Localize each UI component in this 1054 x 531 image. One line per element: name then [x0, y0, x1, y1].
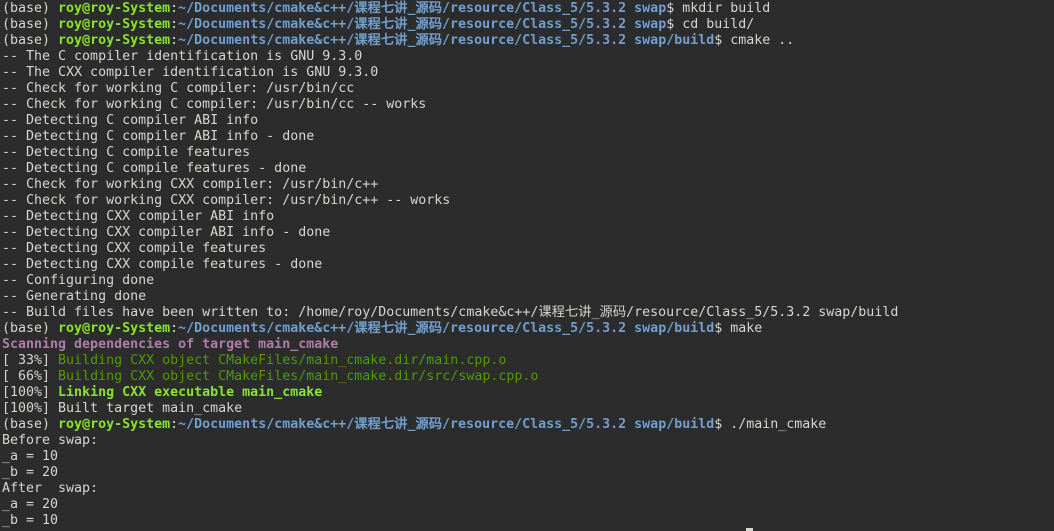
terminal-text-plain: :: [170, 321, 179, 336]
terminal-text-path: ~/Documents/cmake&c++/课程七讲_源码/resource/C…: [178, 33, 715, 48]
terminal-line: Scanning dependencies of target main_cma…: [2, 337, 1054, 353]
terminal-text-plain: (base): [2, 33, 59, 48]
terminal-line: -- Detecting C compile features - done: [2, 161, 1054, 177]
terminal-text-path: ~/Documents/cmake&c++/课程七讲_源码/resource/C…: [178, 321, 715, 336]
terminal-text-plain: _a = 10: [2, 449, 59, 464]
terminal-line: -- Detecting CXX compile features - done: [2, 257, 1054, 273]
terminal-line: _a = 20: [2, 497, 1054, 513]
terminal-line: -- Detecting C compiler ABI info: [2, 113, 1054, 129]
terminal-text-user: roy@roy-System: [58, 33, 171, 48]
terminal-line: (base) roy@roy-System:~/Documents/cmake&…: [2, 17, 1054, 33]
terminal-text-user: roy@roy-System: [58, 417, 171, 432]
terminal-text-plain: -- Build files have been written to: /ho…: [2, 305, 899, 320]
terminal-line: -- Detecting C compiler ABI info - done: [2, 129, 1054, 145]
terminal-line: [100%] Built target main_cmake: [2, 401, 1054, 417]
terminal-text-green: Building CXX object CMakeFiles/main_cmak…: [58, 369, 539, 384]
terminal-text-plain: (base): [2, 321, 59, 336]
terminal-text-plain: -- Detecting C compiler ABI info: [2, 113, 259, 128]
terminal-text-magenta: Scanning dependencies of target main_cma…: [2, 337, 339, 352]
terminal-text-plain: $ make: [714, 321, 763, 336]
terminal-line: (base) roy@roy-System:~/Documents/cmake&…: [2, 1, 1054, 17]
terminal-line: _a = 10: [2, 449, 1054, 465]
terminal-text-plain: $ cmake ..: [714, 33, 795, 48]
terminal-text-plain: -- Check for working C compiler: /usr/bi…: [2, 97, 427, 112]
terminal-text-greenbold: Linking CXX executable main_cmake: [58, 385, 323, 400]
terminal-text-plain: -- Detecting C compile features: [2, 145, 251, 160]
terminal-text-plain: -- Check for working CXX compiler: /usr/…: [2, 177, 379, 192]
terminal-text-plain: -- Detecting CXX compile features: [2, 241, 267, 256]
terminal-text-plain: _b = 20: [2, 465, 59, 480]
terminal-text-plain: (base): [2, 1, 59, 16]
terminal-text-plain: _a = 20: [2, 497, 59, 512]
terminal-text-plain: _b = 10: [2, 513, 59, 528]
terminal-text-plain: -- Detecting C compiler ABI info - done: [2, 129, 315, 144]
terminal-text-plain: -- Detecting CXX compile features - done: [2, 257, 323, 272]
terminal-line: (base) roy@roy-System:~/Documents/cmake&…: [2, 33, 1054, 49]
terminal-text-plain: -- The CXX compiler identification is GN…: [2, 65, 379, 80]
terminal-text-plain: -- Detecting CXX compiler ABI info - don…: [2, 225, 331, 240]
terminal-text-green: Building CXX object CMakeFiles/main_cmak…: [58, 353, 507, 368]
terminal-text-plain: $ ./main_cmake: [714, 417, 827, 432]
terminal-line: -- The CXX compiler identification is GN…: [2, 65, 1054, 81]
terminal-text-user: roy@roy-System: [58, 17, 171, 32]
terminal-text-plain: -- Check for working CXX compiler: /usr/…: [2, 193, 451, 208]
terminal-text-plain: :: [170, 417, 179, 432]
terminal-text-plain: -- The C compiler identification is GNU …: [2, 49, 363, 64]
terminal-line: -- Detecting CXX compiler ABI info - don…: [2, 225, 1054, 241]
terminal-line: -- Detecting CXX compiler ABI info: [2, 209, 1054, 225]
terminal-line: _b = 20: [2, 465, 1054, 481]
terminal-line: [ 33%] Building CXX object CMakeFiles/ma…: [2, 353, 1054, 369]
terminal-text-plain: After swap:: [2, 481, 99, 496]
terminal-window[interactable]: (base) roy@roy-System:~/Documents/cmake&…: [0, 0, 1054, 531]
terminal-text-plain: [100%] Built target main_cmake: [2, 401, 243, 416]
terminal-output: (base) roy@roy-System:~/Documents/cmake&…: [2, 1, 1054, 529]
terminal-line: After swap:: [2, 481, 1054, 497]
terminal-line: (base) roy@roy-System:~/Documents/cmake&…: [2, 321, 1054, 337]
terminal-line: -- Build files have been written to: /ho…: [2, 305, 1054, 321]
terminal-text-plain: -- Check for working C compiler: /usr/bi…: [2, 81, 355, 96]
terminal-text-plain: [ 33%]: [2, 353, 59, 368]
terminal-line: [100%] Linking CXX executable main_cmake: [2, 385, 1054, 401]
terminal-line: -- Check for working CXX compiler: /usr/…: [2, 177, 1054, 193]
terminal-line: -- Check for working C compiler: /usr/bi…: [2, 81, 1054, 97]
terminal-line: _b = 10: [2, 513, 1054, 529]
terminal-line: -- Check for working CXX compiler: /usr/…: [2, 193, 1054, 209]
terminal-text-path: ~/Documents/cmake&c++/课程七讲_源码/resource/C…: [178, 17, 667, 32]
terminal-text-plain: $ cd build/: [666, 17, 755, 32]
terminal-text-plain: [100%]: [2, 385, 59, 400]
terminal-text-plain: :: [170, 1, 179, 16]
terminal-text-plain: -- Detecting C compile features - done: [2, 161, 307, 176]
terminal-text-plain: (base): [2, 17, 59, 32]
terminal-line: -- Detecting C compile features: [2, 145, 1054, 161]
terminal-text-plain: $ mkdir build: [666, 1, 771, 16]
terminal-text-path: ~/Documents/cmake&c++/课程七讲_源码/resource/C…: [178, 1, 667, 16]
terminal-text-path: ~/Documents/cmake&c++/课程七讲_源码/resource/C…: [178, 417, 715, 432]
terminal-text-user: roy@roy-System: [58, 1, 171, 16]
terminal-line: [ 66%] Building CXX object CMakeFiles/ma…: [2, 369, 1054, 385]
terminal-line: -- Configuring done: [2, 273, 1054, 289]
terminal-text-plain: -- Detecting CXX compiler ABI info: [2, 209, 275, 224]
terminal-line: -- The C compiler identification is GNU …: [2, 49, 1054, 65]
terminal-line: (base) roy@roy-System:~/Documents/cmake&…: [2, 417, 1054, 433]
terminal-text-plain: Before swap:: [2, 433, 99, 448]
terminal-line: -- Detecting CXX compile features: [2, 241, 1054, 257]
terminal-line: Before swap:: [2, 433, 1054, 449]
terminal-text-plain: [ 66%]: [2, 369, 59, 384]
terminal-text-plain: (base): [2, 417, 59, 432]
terminal-line: -- Generating done: [2, 289, 1054, 305]
terminal-text-plain: -- Generating done: [2, 289, 147, 304]
terminal-text-user: roy@roy-System: [58, 321, 171, 336]
terminal-text-plain: -- Configuring done: [2, 273, 155, 288]
terminal-line: -- Check for working C compiler: /usr/bi…: [2, 97, 1054, 113]
terminal-text-plain: :: [170, 33, 179, 48]
terminal-text-plain: :: [170, 17, 179, 32]
